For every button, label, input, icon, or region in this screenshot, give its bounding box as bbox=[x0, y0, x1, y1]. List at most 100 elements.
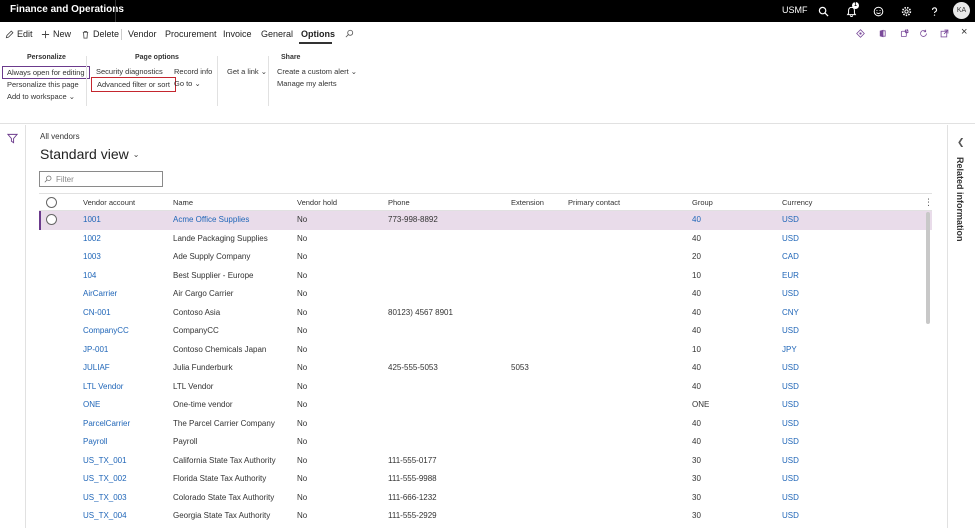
advanced-filter-or-sort-button[interactable]: Advanced filter or sort bbox=[91, 77, 176, 92]
trash-icon bbox=[82, 30, 89, 39]
column-header-vendor-account[interactable]: Vendor account ↑ bbox=[83, 198, 187, 207]
vendor-account-cell[interactable]: US_TX_001 bbox=[83, 456, 127, 465]
avatar[interactable]: KA bbox=[953, 2, 970, 19]
app-title[interactable]: Finance and Operations bbox=[10, 4, 124, 15]
vendor-account-cell[interactable]: Payroll bbox=[83, 437, 107, 446]
attachments-icon[interactable]: 0 bbox=[900, 28, 909, 38]
column-header-extension[interactable]: Extension bbox=[511, 198, 544, 207]
table-row[interactable]: JULIAF Julia Funderburk No 425-555-5053 5053… bbox=[39, 359, 932, 378]
diamond-icon[interactable] bbox=[856, 29, 865, 38]
table-row[interactable]: 104 Best Supplier - Europe No 10 EUR bbox=[39, 267, 932, 286]
gear-icon[interactable] bbox=[898, 3, 914, 19]
open-new-window-icon[interactable] bbox=[940, 29, 949, 38]
table-row[interactable]: US_TX_004 Georgia State Tax Authority No 11… bbox=[39, 507, 932, 526]
table-row[interactable]: CompanyCC CompanyCC No 40 USD bbox=[39, 322, 932, 341]
vendor-account-cell[interactable]: US_TX_003 bbox=[83, 493, 127, 502]
table-row[interactable]: CN-001 Contoso Asia No 80123) 4567 8901 40 CN… bbox=[39, 304, 932, 323]
vendor-account-cell[interactable]: US_TX_004 bbox=[83, 511, 127, 520]
column-header-vendor-hold[interactable]: Vendor hold bbox=[297, 198, 337, 207]
go-to-button[interactable]: Go to ⌄ bbox=[174, 78, 201, 89]
personalize-this-page-button[interactable]: Personalize this page bbox=[7, 79, 79, 90]
vendor-account-cell[interactable]: CompanyCC bbox=[83, 326, 129, 335]
column-header-primary-contact[interactable]: Primary contact bbox=[568, 198, 620, 207]
related-information-pane[interactable]: ❮ Related information bbox=[947, 125, 975, 528]
vendor-account-cell[interactable]: ParcelCarrier bbox=[83, 419, 130, 428]
chevron-left-icon[interactable]: ❮ bbox=[957, 137, 965, 148]
record-info-button[interactable]: Record info bbox=[174, 66, 212, 77]
table-row[interactable]: US_TX_003 Colorado State Tax Authority No 1… bbox=[39, 489, 932, 508]
table-row[interactable]: ONE One-time vendor No ONE USD bbox=[39, 396, 932, 415]
manage-my-alerts-button[interactable]: Manage my alerts bbox=[277, 78, 337, 89]
column-header-name[interactable]: Name bbox=[173, 198, 193, 207]
help-icon[interactable] bbox=[926, 3, 942, 19]
column-header-group[interactable]: Group bbox=[692, 198, 713, 207]
vendor-account-cell[interactable]: 1002 bbox=[83, 234, 101, 243]
plus-icon bbox=[41, 30, 50, 38]
row-select-radio[interactable] bbox=[46, 214, 57, 225]
tab-invoice[interactable]: Invoice bbox=[223, 29, 252, 39]
tab-options[interactable]: Options bbox=[301, 29, 335, 39]
table-row[interactable]: US_TX_002 Florida State Tax Authority No 11… bbox=[39, 470, 932, 489]
filter-icon[interactable] bbox=[7, 133, 18, 144]
refresh-icon[interactable] bbox=[919, 29, 928, 38]
table-row[interactable]: 1001 Acme Office Supplies No 773-998-8892 40… bbox=[39, 211, 932, 230]
smiley-icon[interactable] bbox=[870, 3, 886, 19]
bell-icon[interactable]: 1 bbox=[843, 2, 859, 19]
name-cell: One-time vendor bbox=[173, 400, 233, 409]
security-diagnostics-button[interactable]: Security diagnostics bbox=[96, 66, 163, 77]
table-row[interactable]: AirCarrier Air Cargo Carrier No 40 USD bbox=[39, 285, 932, 304]
select-all-radio[interactable] bbox=[46, 197, 57, 208]
currency-cell: CAD bbox=[782, 252, 799, 261]
vendor-hold-cell: No bbox=[297, 381, 308, 391]
group-cell: 40 bbox=[692, 326, 701, 335]
options-ribbon: Personalize Always open for editing Pers… bbox=[0, 46, 975, 124]
currency-cell: USD bbox=[782, 437, 799, 446]
vendor-account-cell[interactable]: JP-001 bbox=[83, 345, 108, 354]
vendor-account-cell[interactable]: 104 bbox=[83, 271, 96, 280]
close-icon[interactable]: × bbox=[961, 26, 967, 38]
table-row[interactable]: US_TX_001 California State Tax Authority N… bbox=[39, 452, 932, 471]
vendor-account-cell[interactable]: US_TX_002 bbox=[83, 474, 127, 483]
table-row[interactable]: JP-001 Contoso Chemicals Japan No 10 JPY bbox=[39, 341, 932, 360]
column-header-phone[interactable]: Phone bbox=[388, 198, 410, 207]
delete-button[interactable]: Delete bbox=[81, 29, 119, 39]
grid-scrollbar[interactable] bbox=[926, 212, 930, 324]
vendor-account-cell[interactable]: CN-001 bbox=[83, 308, 111, 317]
view-selector[interactable]: Standard view ⌄ bbox=[40, 146, 139, 162]
chevron-down-icon: ⌄ bbox=[194, 79, 201, 88]
filter-box[interactable] bbox=[39, 171, 163, 187]
table-row[interactable]: LTL Vendor LTL Vendor No 40 USD bbox=[39, 378, 932, 397]
get-a-link-button[interactable]: Get a link ⌄ bbox=[227, 66, 267, 77]
vendor-hold-cell: No bbox=[297, 215, 308, 224]
table-row[interactable]: 1002 Lande Packaging Supplies No 40 USD bbox=[39, 230, 932, 249]
company-picker[interactable]: USMF bbox=[782, 5, 808, 15]
create-custom-alert-button[interactable]: Create a custom alert ⌄ bbox=[277, 66, 357, 77]
search-icon[interactable] bbox=[345, 29, 354, 38]
more-options-icon[interactable]: ⋮ bbox=[924, 197, 933, 208]
edit-button[interactable]: Edit bbox=[5, 29, 33, 39]
vendor-account-cell[interactable]: AirCarrier bbox=[83, 289, 117, 298]
vendor-account-cell[interactable]: JULIAF bbox=[83, 363, 110, 372]
always-open-for-editing-button[interactable]: Always open for editing bbox=[2, 66, 90, 79]
vendor-account-cell[interactable]: ONE bbox=[83, 400, 100, 409]
column-header-currency[interactable]: Currency bbox=[782, 198, 812, 207]
new-button[interactable]: New bbox=[41, 29, 71, 39]
table-row[interactable]: Payroll Payroll No 40 USD bbox=[39, 433, 932, 452]
name-cell: Florida State Tax Authority bbox=[173, 474, 267, 483]
add-to-workspace-button[interactable]: Add to workspace ⌄ bbox=[7, 91, 75, 102]
currency-cell: USD bbox=[782, 381, 799, 391]
tab-vendor[interactable]: Vendor bbox=[128, 29, 157, 39]
filter-input[interactable] bbox=[56, 174, 156, 184]
office-icon[interactable] bbox=[878, 29, 887, 38]
page-options-group-title: Page options bbox=[135, 54, 179, 61]
vendor-account-cell[interactable]: 1001 bbox=[83, 215, 101, 224]
tab-general[interactable]: General bbox=[261, 29, 293, 39]
group-cell: ONE bbox=[692, 400, 710, 409]
tab-procurement[interactable]: Procurement bbox=[165, 29, 217, 39]
table-row[interactable]: ParcelCarrier The Parcel Carrier Company N… bbox=[39, 415, 932, 434]
divider bbox=[121, 29, 122, 40]
table-row[interactable]: 1003 Ade Supply Company No 20 CAD bbox=[39, 248, 932, 267]
vendor-account-cell[interactable]: 1003 bbox=[83, 252, 101, 261]
search-icon[interactable] bbox=[815, 3, 831, 19]
vendor-account-cell[interactable]: LTL Vendor bbox=[83, 382, 123, 391]
